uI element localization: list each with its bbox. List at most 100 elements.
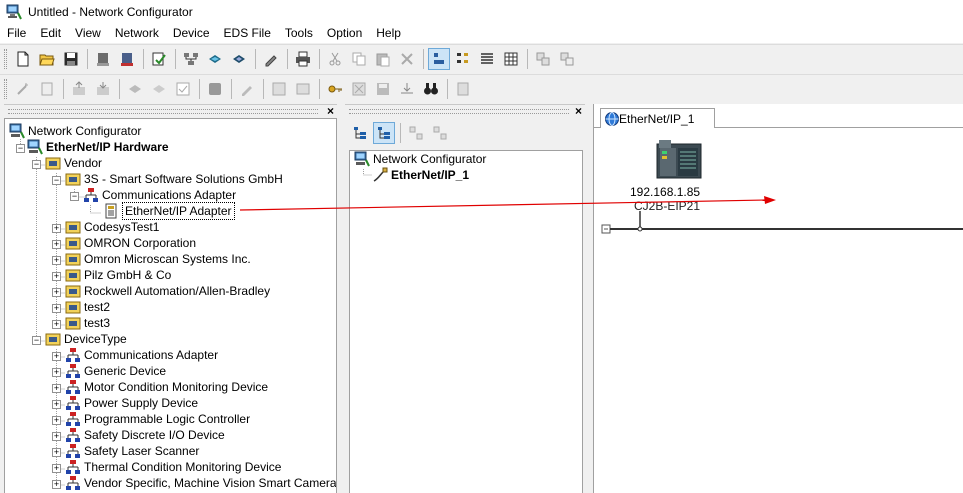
plc-device-icon[interactable] bbox=[655, 138, 703, 180]
tool-button-12[interactable] bbox=[324, 78, 346, 100]
paste-button[interactable] bbox=[372, 48, 394, 70]
expand-device-type-toggle[interactable]: + bbox=[52, 464, 61, 473]
expand-vendor-toggle[interactable]: + bbox=[52, 288, 61, 297]
parameter-button[interactable] bbox=[260, 48, 282, 70]
add-device-button[interactable] bbox=[532, 48, 554, 70]
network-config-button[interactable] bbox=[180, 48, 202, 70]
cut-button[interactable] bbox=[324, 48, 346, 70]
expand-vendor-toggle[interactable]: + bbox=[52, 224, 61, 233]
menu-network[interactable]: Network bbox=[108, 23, 166, 43]
expand-vendor-toggle[interactable]: + bbox=[52, 256, 61, 265]
verify-button[interactable] bbox=[148, 48, 170, 70]
close-left-pane-icon[interactable]: × bbox=[327, 104, 334, 118]
close-mid-pane-icon[interactable]: × bbox=[575, 104, 582, 118]
tool-button-5[interactable] bbox=[124, 78, 146, 100]
menu-help[interactable]: Help bbox=[369, 23, 408, 43]
toolbar-grip[interactable] bbox=[4, 48, 7, 69]
view-details-button[interactable] bbox=[500, 48, 522, 70]
tab-ethernet-ip-1[interactable]: EtherNet/IP_1 bbox=[600, 108, 715, 128]
new-file-button[interactable] bbox=[12, 48, 34, 70]
tree-item-ethernet-ip-hardware[interactable]: EtherNet/IP Hardware bbox=[27, 139, 169, 155]
tree-item-network-configurator[interactable]: Network Configurator bbox=[9, 123, 141, 139]
search-button[interactable] bbox=[420, 78, 442, 100]
expand-device-type-toggle[interactable]: + bbox=[52, 432, 61, 441]
view-list-button[interactable] bbox=[476, 48, 498, 70]
tool-button-17[interactable] bbox=[452, 78, 474, 100]
expand-device-type-toggle[interactable]: + bbox=[52, 352, 61, 361]
tree-item-device-type-entry[interactable]: Power Supply Device bbox=[65, 395, 198, 411]
tree-item-vendor-entry[interactable]: test2 bbox=[65, 299, 110, 315]
expand-vendor-toggle[interactable]: + bbox=[52, 240, 61, 249]
collapse-tree-button[interactable] bbox=[373, 122, 395, 144]
menu-option[interactable]: Option bbox=[320, 23, 369, 43]
upload-button[interactable] bbox=[92, 48, 114, 70]
expand-vendor-toggle[interactable]: + bbox=[52, 320, 61, 329]
save-button[interactable] bbox=[60, 48, 82, 70]
mid-tool-4[interactable] bbox=[429, 122, 451, 144]
menu-eds-file[interactable]: EDS File bbox=[217, 23, 278, 43]
tree-item-vendor-entry[interactable]: OMRON Corporation bbox=[65, 235, 196, 251]
tree-item-vendor-entry[interactable]: Rockwell Automation/Allen-Bradley bbox=[65, 283, 270, 299]
tool-button-9[interactable] bbox=[236, 78, 258, 100]
tree-item-device-type-entry[interactable]: Vendor Specific, Machine Vision Smart Ca… bbox=[65, 475, 336, 491]
tree-item-device-type-entry[interactable]: Communications Adapter bbox=[65, 347, 218, 363]
tree-item-3s-comm-adapter[interactable]: Communications Adapter bbox=[83, 187, 236, 203]
tree-item-vendor-3s[interactable]: 3S - Smart Software Solutions GmbH bbox=[65, 171, 283, 187]
remove-device-button[interactable] bbox=[556, 48, 578, 70]
tool-button-14[interactable] bbox=[372, 78, 394, 100]
tool-button-2[interactable] bbox=[36, 78, 58, 100]
tree-item-device-type-entry[interactable]: Safety Discrete I/O Device bbox=[65, 427, 225, 443]
tree-item-network-configurator[interactable]: Network Configurator bbox=[354, 151, 486, 167]
toolbar-grip-2[interactable] bbox=[4, 78, 7, 99]
print-button[interactable] bbox=[292, 48, 314, 70]
tree-item-device-type-entry[interactable]: Programmable Logic Controller bbox=[65, 411, 250, 427]
expand-all-button[interactable] bbox=[349, 122, 371, 144]
tree-item-ethernet-ip-adapter[interactable]: EtherNet/IP Adapter bbox=[103, 202, 235, 220]
tool-button-13[interactable] bbox=[348, 78, 370, 100]
expand-device-type-toggle[interactable]: + bbox=[52, 368, 61, 377]
collapse-comm-adapter-toggle[interactable]: − bbox=[70, 192, 79, 201]
open-file-button[interactable] bbox=[36, 48, 58, 70]
delete-button[interactable] bbox=[396, 48, 418, 70]
download-button[interactable] bbox=[116, 48, 138, 70]
tool-button-11[interactable] bbox=[292, 78, 314, 100]
menu-view[interactable]: View bbox=[68, 23, 108, 43]
tree-item-device-type-entry[interactable]: Thermal Condition Monitoring Device bbox=[65, 459, 281, 475]
tool-button-7[interactable] bbox=[172, 78, 194, 100]
expand-device-type-toggle[interactable]: + bbox=[52, 384, 61, 393]
collapse-vendor-toggle[interactable]: − bbox=[32, 160, 41, 169]
mid-tool-3[interactable] bbox=[405, 122, 427, 144]
menu-file[interactable]: File bbox=[0, 23, 33, 43]
collapse-3s-toggle[interactable]: − bbox=[52, 176, 61, 185]
view-icons-button[interactable] bbox=[428, 47, 450, 70]
network-view[interactable] bbox=[593, 104, 963, 493]
expand-device-type-toggle[interactable]: + bbox=[52, 480, 61, 489]
menu-edit[interactable]: Edit bbox=[33, 23, 68, 43]
expand-vendor-toggle[interactable]: + bbox=[52, 272, 61, 281]
view-tree-button[interactable] bbox=[452, 48, 474, 70]
tool-button-15[interactable] bbox=[396, 78, 418, 100]
tree-item-vendor-entry[interactable]: CodesysTest1 bbox=[65, 219, 159, 235]
tree-item-vendor[interactable]: Vendor bbox=[45, 155, 102, 171]
collapse-devicetype-toggle[interactable]: − bbox=[32, 336, 41, 345]
tree-item-vendor-entry[interactable]: Omron Microscan Systems Inc. bbox=[65, 251, 251, 267]
tool-button-10[interactable] bbox=[268, 78, 290, 100]
tree-item-device-type-entry[interactable]: Generic Device bbox=[65, 363, 166, 379]
tree-item-vendor-entry[interactable]: test3 bbox=[65, 315, 110, 331]
tree-item-network-ethernet-ip-1[interactable]: EtherNet/IP_1 bbox=[372, 167, 469, 183]
tool-button-4[interactable] bbox=[92, 78, 114, 100]
expand-device-type-toggle[interactable]: + bbox=[52, 400, 61, 409]
copy-button[interactable] bbox=[348, 48, 370, 70]
tool-button-3[interactable] bbox=[68, 78, 90, 100]
expand-device-type-toggle[interactable]: + bbox=[52, 448, 61, 457]
tree-item-vendor-entry[interactable]: Pilz GmbH & Co bbox=[65, 267, 171, 283]
tree-item-device-type-entry[interactable]: Motor Condition Monitoring Device bbox=[65, 379, 268, 395]
menu-device[interactable]: Device bbox=[166, 23, 217, 43]
tree-item-device-type[interactable]: DeviceType bbox=[45, 331, 127, 347]
expand-vendor-toggle[interactable]: + bbox=[52, 304, 61, 313]
tool-button-8[interactable] bbox=[204, 78, 226, 100]
collapse-hardware-toggle[interactable]: − bbox=[16, 144, 25, 153]
expand-device-type-toggle[interactable]: + bbox=[52, 416, 61, 425]
monitor-button[interactable] bbox=[228, 48, 250, 70]
tool-button-6[interactable] bbox=[148, 78, 170, 100]
